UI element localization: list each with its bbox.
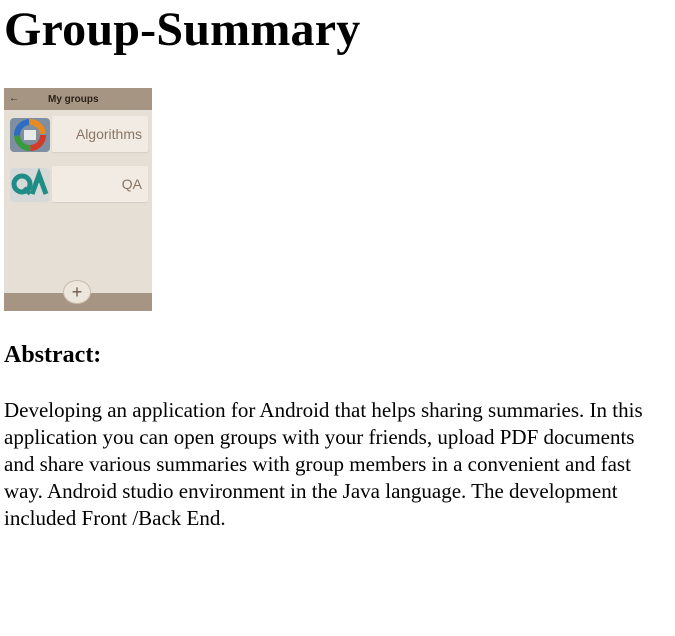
- algorithms-logo-icon: [10, 118, 50, 152]
- qa-logo-icon: [10, 168, 50, 202]
- app-header-title: My groups: [48, 93, 99, 105]
- app-screenshot: ← My groups Algorithms QA +: [4, 88, 152, 311]
- group-name: QA: [52, 166, 148, 202]
- page: Group-Summary ← My groups Algorithms QA …: [0, 2, 675, 636]
- app-header: ← My groups: [4, 88, 152, 110]
- page-title: Group-Summary: [4, 3, 361, 56]
- back-arrow-icon[interactable]: ←: [9, 94, 23, 104]
- abstract-text: Developing an application for Android th…: [4, 398, 643, 530]
- abstract-heading: Abstract:: [4, 342, 102, 368]
- add-group-button[interactable]: +: [63, 280, 91, 304]
- group-item-qa[interactable]: QA: [8, 166, 148, 202]
- group-name: Algorithms: [52, 116, 148, 152]
- group-item-algorithms[interactable]: Algorithms: [8, 116, 148, 152]
